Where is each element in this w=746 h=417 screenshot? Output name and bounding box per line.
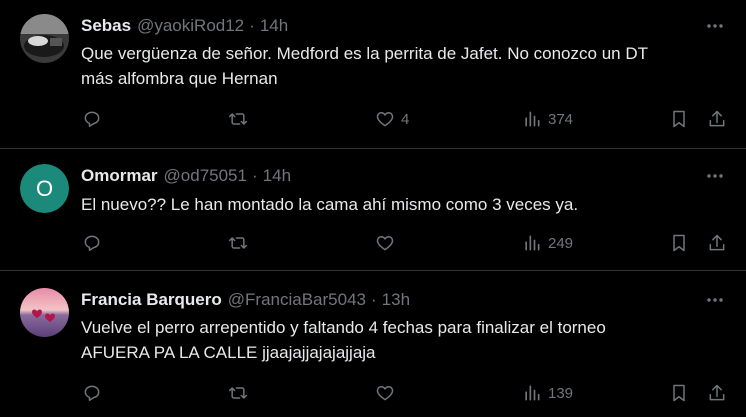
views-count: 374 — [548, 110, 574, 128]
author-handle[interactable]: @yaokiRod12 — [137, 16, 244, 36]
avatar-letter: O — [35, 175, 54, 201]
views-icon — [525, 385, 540, 401]
share-icon — [709, 384, 725, 401]
author-handle[interactable]: @od75051 — [164, 166, 247, 186]
bookmark-button[interactable] — [669, 108, 689, 130]
views-count: 249 — [548, 234, 574, 252]
avatar-letter-circle: O — [20, 164, 69, 213]
views-button[interactable]: 249 — [522, 232, 573, 254]
reply-icon — [84, 385, 100, 401]
tweet-text: Que vergüenza de señor. Medford es la pe… — [81, 44, 648, 88]
bookmark-button[interactable] — [669, 382, 689, 404]
more-icon — [707, 298, 723, 302]
retweet-button[interactable] — [228, 382, 248, 404]
author-name[interactable]: Omormar — [81, 166, 158, 186]
bookmark-icon — [673, 234, 685, 252]
bookmark-button[interactable] — [669, 232, 689, 254]
more-button[interactable] — [703, 165, 727, 187]
tweet-item[interactable]: Sebas @yaokiRod12 · 14h Que vergüenza de… — [0, 14, 746, 134]
bookmark-icon — [673, 384, 685, 402]
share-button[interactable] — [707, 382, 727, 404]
avatar[interactable] — [20, 14, 69, 63]
more-button[interactable] — [703, 289, 727, 311]
retweet-icon — [228, 237, 248, 249]
tweet-text: Vuelve el perro arrepentido y faltando 4… — [81, 318, 606, 362]
share-button[interactable] — [707, 232, 727, 254]
retweet-button[interactable] — [228, 108, 248, 130]
separator-dot: · — [249, 16, 255, 35]
bookmark-icon — [673, 110, 685, 128]
heart-icon — [376, 236, 394, 251]
like-button[interactable] — [375, 382, 395, 404]
share-icon — [709, 234, 725, 251]
more-icon — [707, 174, 723, 178]
reply-button[interactable] — [82, 232, 102, 254]
timestamp[interactable]: 13h — [382, 290, 410, 310]
like-count: 4 — [401, 110, 410, 128]
divider — [0, 270, 746, 271]
views-button[interactable]: 139 — [522, 382, 573, 404]
share-icon — [709, 110, 725, 127]
views-icon — [525, 235, 540, 251]
reply-button[interactable] — [82, 108, 102, 130]
avatar[interactable] — [20, 288, 69, 337]
author-name[interactable]: Sebas — [81, 16, 131, 36]
reply-icon — [84, 111, 100, 127]
retweet-button[interactable] — [228, 232, 248, 254]
tweet-item[interactable]: O Omormar @od75051 · 14h El nuevo?? Le h… — [0, 164, 746, 259]
views-button[interactable]: 374 — [522, 108, 573, 130]
avatar-photo-icon — [20, 14, 69, 63]
separator-dot: · — [370, 290, 377, 309]
author-handle[interactable]: @FranciaBar5043 — [228, 290, 366, 310]
retweet-icon — [228, 387, 248, 399]
timestamp[interactable]: 14h — [260, 16, 288, 36]
more-button[interactable] — [703, 15, 727, 37]
timestamp[interactable]: 14h — [263, 166, 291, 186]
author-name[interactable]: Francia Barquero — [81, 290, 222, 310]
tweet-text: El nuevo?? Le han montado la cama ahí mi… — [81, 195, 579, 214]
tweet-item[interactable]: Francia Barquero @FranciaBar5043 · 13h V… — [0, 288, 746, 413]
heart-icon — [376, 386, 394, 401]
divider — [0, 148, 746, 149]
reply-icon — [84, 235, 100, 251]
separator-dot: · — [251, 166, 258, 185]
avatar-sunset-icon — [20, 288, 69, 337]
reply-button[interactable] — [82, 382, 102, 404]
more-icon — [707, 24, 723, 28]
retweet-icon — [228, 113, 248, 125]
share-button[interactable] — [707, 108, 727, 130]
like-button[interactable]: 4 — [375, 108, 409, 130]
views-icon — [525, 111, 540, 127]
like-button[interactable] — [375, 232, 395, 254]
heart-icon — [376, 112, 394, 127]
avatar[interactable]: O — [20, 164, 69, 213]
views-count: 139 — [548, 384, 574, 402]
